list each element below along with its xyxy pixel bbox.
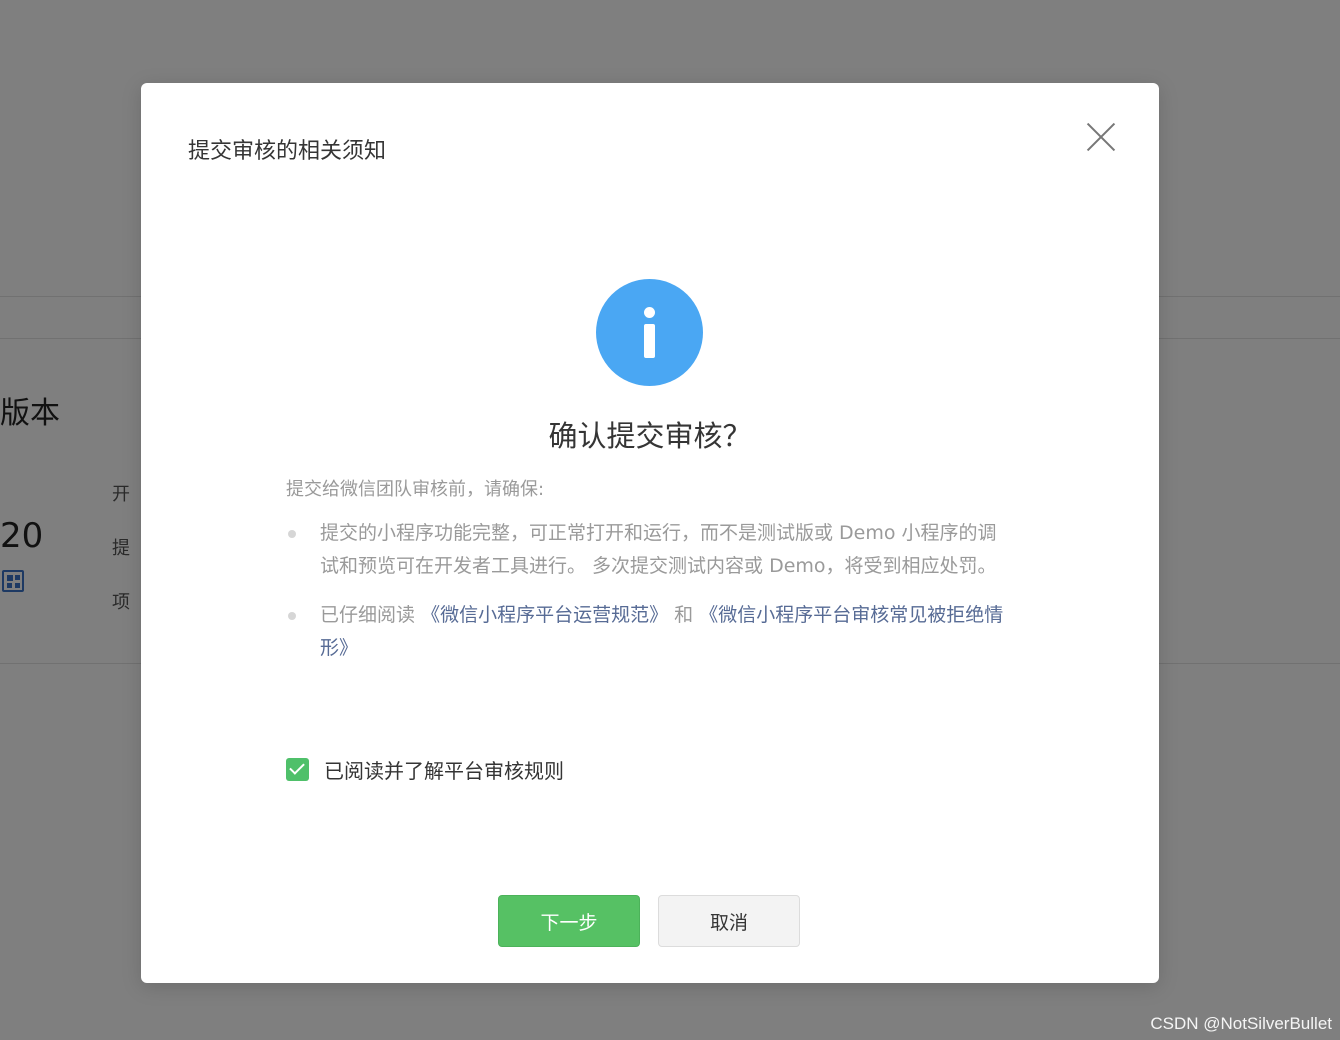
note-text-and: 和 [674,604,694,626]
note-text-prefix: 已仔细阅读 [320,604,416,626]
bullet-dot-icon [288,612,296,620]
note-text-completeness: 提交的小程序功能完整，可正常打开和运行，而不是测试版或 Demo 小程序的调试和… [320,522,997,577]
confirm-title: 确认提交审核？ [548,419,752,453]
submit-review-dialog: 提交审核的相关须知 确认提交审核？ 提交给微信团队审核前，请确保: 提交的小程序… [141,83,1159,983]
cancel-button[interactable]: 取消 [658,895,800,947]
checkbox-checked-icon[interactable] [286,758,309,781]
agree-label[interactable]: 已阅读并了解平台审核规则 [324,755,564,784]
info-icon [596,279,703,386]
list-item: 已仔细阅读 《微信小程序平台运营规范》 和 《微信小程序平台审核常见被拒绝情形》 [286,599,1006,665]
list-item: 提交的小程序功能完整，可正常打开和运行，而不是测试版或 Demo 小程序的调试和… [286,517,1006,583]
intro-text: 提交给微信团队审核前，请确保: [286,479,545,500]
agree-checkbox-row[interactable]: 已阅读并了解平台审核规则 [286,755,564,784]
bullet-dot-icon [288,530,296,538]
next-step-button[interactable]: 下一步 [498,895,640,947]
close-icon[interactable] [1083,119,1119,155]
operation-rules-link[interactable]: 《微信小程序平台运营规范》 [421,604,668,626]
watermark-text: CSDN @NotSilverBullet [1150,1014,1332,1033]
notes-list: 提交的小程序功能完整，可正常打开和运行，而不是测试版或 Demo 小程序的调试和… [286,517,1006,681]
dialog-title: 提交审核的相关须知 [188,139,387,164]
